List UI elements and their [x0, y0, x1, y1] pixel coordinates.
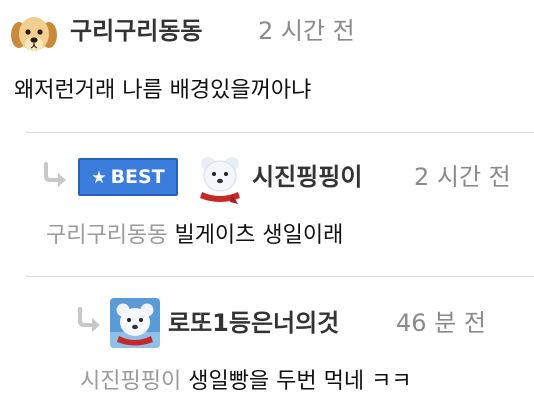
comment-divider: [26, 276, 534, 277]
comment-nickname[interactable]: 구리구리동동: [70, 16, 202, 46]
comment-text: 생일빵을 두번 먹네 ㅋㅋ: [188, 369, 412, 394]
best-badge: ★ BEST: [78, 158, 178, 196]
mention-link[interactable]: 시진핑핑이: [80, 369, 181, 394]
puppy-avatar[interactable]: [10, 10, 58, 58]
comment-text: 빌게이츠 생일이래: [174, 223, 344, 248]
reply-arrow-icon: [78, 307, 100, 332]
comment-timestamp: 2 시간 전: [258, 17, 355, 45]
comment-timestamp: 46 분 전: [396, 309, 486, 337]
comment-text-line: 시진핑핑이 생일빵을 두번 먹네 ㅋㅋ: [80, 367, 412, 397]
polar-bear-avatar[interactable]: [194, 154, 246, 204]
mention-link[interactable]: 구리구리동동: [46, 223, 167, 248]
comment-nickname[interactable]: 로또1등은너의것: [168, 308, 339, 338]
reply-arrow-icon: [44, 162, 66, 187]
comment-timestamp: 2 시간 전: [414, 163, 511, 191]
best-badge-label: BEST: [110, 166, 165, 188]
comment-nickname[interactable]: 시진핑핑이: [252, 162, 362, 192]
comment-text: 왜저런거래 나름 배경있을꺼아냐: [14, 78, 312, 103]
polar-bear-avatar[interactable]: [110, 298, 160, 348]
comment-text-line: 구리구리동동 빌게이츠 생일이래: [46, 221, 343, 251]
star-icon: ★: [91, 168, 107, 188]
comment-divider: [26, 132, 534, 133]
